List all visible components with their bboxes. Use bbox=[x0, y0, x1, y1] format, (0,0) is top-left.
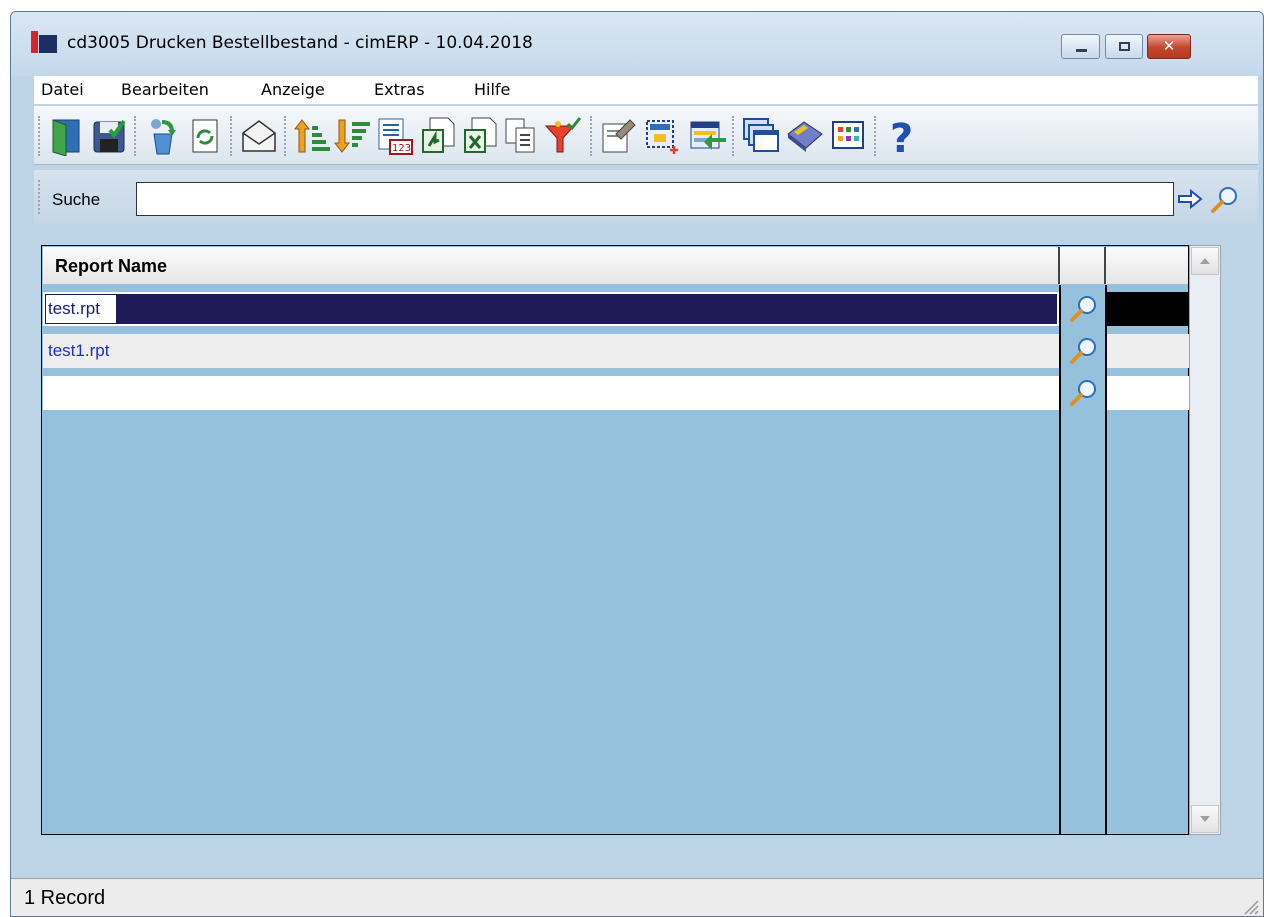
report-name-cell[interactable]: test.rpt bbox=[43, 292, 1059, 326]
sort-ascending-icon[interactable] bbox=[294, 116, 332, 156]
minimize-icon bbox=[1076, 49, 1087, 52]
preview-icon[interactable] bbox=[1061, 334, 1105, 368]
book-icon[interactable] bbox=[786, 116, 824, 156]
minimize-button[interactable] bbox=[1061, 34, 1100, 59]
extra-cell[interactable] bbox=[1107, 334, 1189, 368]
toolbar-grip[interactable] bbox=[134, 116, 140, 156]
arrow-right-icon[interactable] bbox=[1177, 188, 1203, 210]
import-icon[interactable] bbox=[688, 116, 726, 156]
close-icon: ✕ bbox=[1162, 37, 1176, 55]
toolbar-grip[interactable] bbox=[38, 116, 44, 156]
exit-icon[interactable] bbox=[48, 116, 86, 156]
status-bar: 1 Record bbox=[11, 878, 1263, 916]
filter-icon[interactable] bbox=[544, 116, 582, 156]
windows-icon[interactable] bbox=[742, 116, 780, 156]
title-bar[interactable]: cd3005 Drucken Bestellbestand - cimERP -… bbox=[11, 12, 1263, 76]
application-window: cd3005 Drucken Bestellbestand - cimERP -… bbox=[10, 11, 1264, 917]
record-count: 1 Record bbox=[24, 887, 106, 909]
searchbar-grip[interactable] bbox=[38, 180, 44, 214]
sort-descending-icon[interactable] bbox=[334, 116, 372, 156]
preview-icon[interactable] bbox=[1061, 376, 1105, 410]
report-grid: Report Name test.rpt test1.rpt bbox=[41, 245, 1189, 835]
preview-cell[interactable] bbox=[1061, 376, 1105, 410]
app-icon bbox=[31, 31, 57, 53]
refresh-icon[interactable] bbox=[186, 116, 224, 156]
toolbar-grip[interactable] bbox=[284, 116, 290, 156]
column-header-report-name[interactable]: Report Name bbox=[43, 247, 1060, 284]
column-divider bbox=[1059, 285, 1061, 835]
table-row[interactable] bbox=[43, 376, 1189, 410]
edit-icon[interactable] bbox=[600, 116, 638, 156]
column-header-preview[interactable] bbox=[1060, 247, 1106, 284]
toolbar-grip[interactable] bbox=[590, 116, 596, 156]
table-row[interactable]: test.rpt bbox=[43, 292, 1189, 326]
toolbar-grip[interactable] bbox=[874, 116, 880, 156]
export-icon[interactable] bbox=[420, 116, 458, 156]
numbering-icon[interactable]: 123 bbox=[376, 116, 414, 156]
preview-icon[interactable] bbox=[1061, 292, 1105, 326]
menu-bar: Datei Bearbeiten Anzeige Extras Hilfe bbox=[34, 76, 1258, 104]
window-title: cd3005 Drucken Bestellbestand - cimERP -… bbox=[67, 33, 533, 53]
grid-settings-icon[interactable] bbox=[830, 116, 868, 156]
chevron-up-icon bbox=[1200, 258, 1210, 264]
maximize-button[interactable] bbox=[1105, 34, 1143, 59]
toolbar: 123 ? bbox=[34, 105, 1258, 165]
scroll-up-button[interactable] bbox=[1191, 247, 1219, 275]
preview-cell[interactable] bbox=[1061, 292, 1105, 326]
toolbar-grip[interactable] bbox=[732, 116, 738, 156]
vertical-scrollbar[interactable] bbox=[1189, 245, 1221, 835]
menu-anzeige[interactable]: Anzeige bbox=[261, 80, 325, 99]
search-icon[interactable] bbox=[1210, 184, 1240, 214]
menu-bearbeiten[interactable]: Bearbeiten bbox=[121, 80, 209, 99]
menu-datei[interactable]: Datei bbox=[41, 80, 84, 99]
email-icon[interactable] bbox=[240, 116, 278, 156]
search-label: Suche bbox=[52, 190, 101, 209]
report-name-cell[interactable]: test1.rpt bbox=[43, 334, 1059, 368]
svg-text:123: 123 bbox=[392, 143, 411, 154]
new-record-icon[interactable] bbox=[644, 116, 682, 156]
copy-icon[interactable] bbox=[502, 116, 540, 156]
menu-extras[interactable]: Extras bbox=[374, 80, 425, 99]
help-icon[interactable]: ? bbox=[886, 116, 924, 156]
table-row[interactable]: test1.rpt bbox=[43, 334, 1189, 368]
menu-hilfe[interactable]: Hilfe bbox=[474, 80, 510, 99]
extra-cell[interactable] bbox=[1107, 376, 1189, 410]
extra-cell[interactable] bbox=[1107, 292, 1189, 326]
chevron-down-icon bbox=[1200, 816, 1210, 822]
search-input[interactable] bbox=[136, 182, 1174, 216]
excel-export-icon[interactable] bbox=[462, 116, 500, 156]
search-bar: Suche bbox=[34, 170, 1258, 224]
maximize-icon bbox=[1119, 42, 1130, 51]
column-header-extra[interactable] bbox=[1106, 247, 1188, 284]
svg-text:?: ? bbox=[890, 116, 913, 156]
resize-grip-icon[interactable] bbox=[1241, 897, 1259, 915]
report-name-cell[interactable] bbox=[43, 376, 1059, 410]
close-button[interactable]: ✕ bbox=[1147, 34, 1191, 59]
scroll-down-button[interactable] bbox=[1191, 805, 1219, 833]
column-divider bbox=[1105, 285, 1107, 835]
transfer-icon[interactable] bbox=[144, 116, 182, 156]
save-icon[interactable] bbox=[90, 116, 128, 156]
toolbar-grip[interactable] bbox=[230, 116, 236, 156]
preview-cell[interactable] bbox=[1061, 334, 1105, 368]
